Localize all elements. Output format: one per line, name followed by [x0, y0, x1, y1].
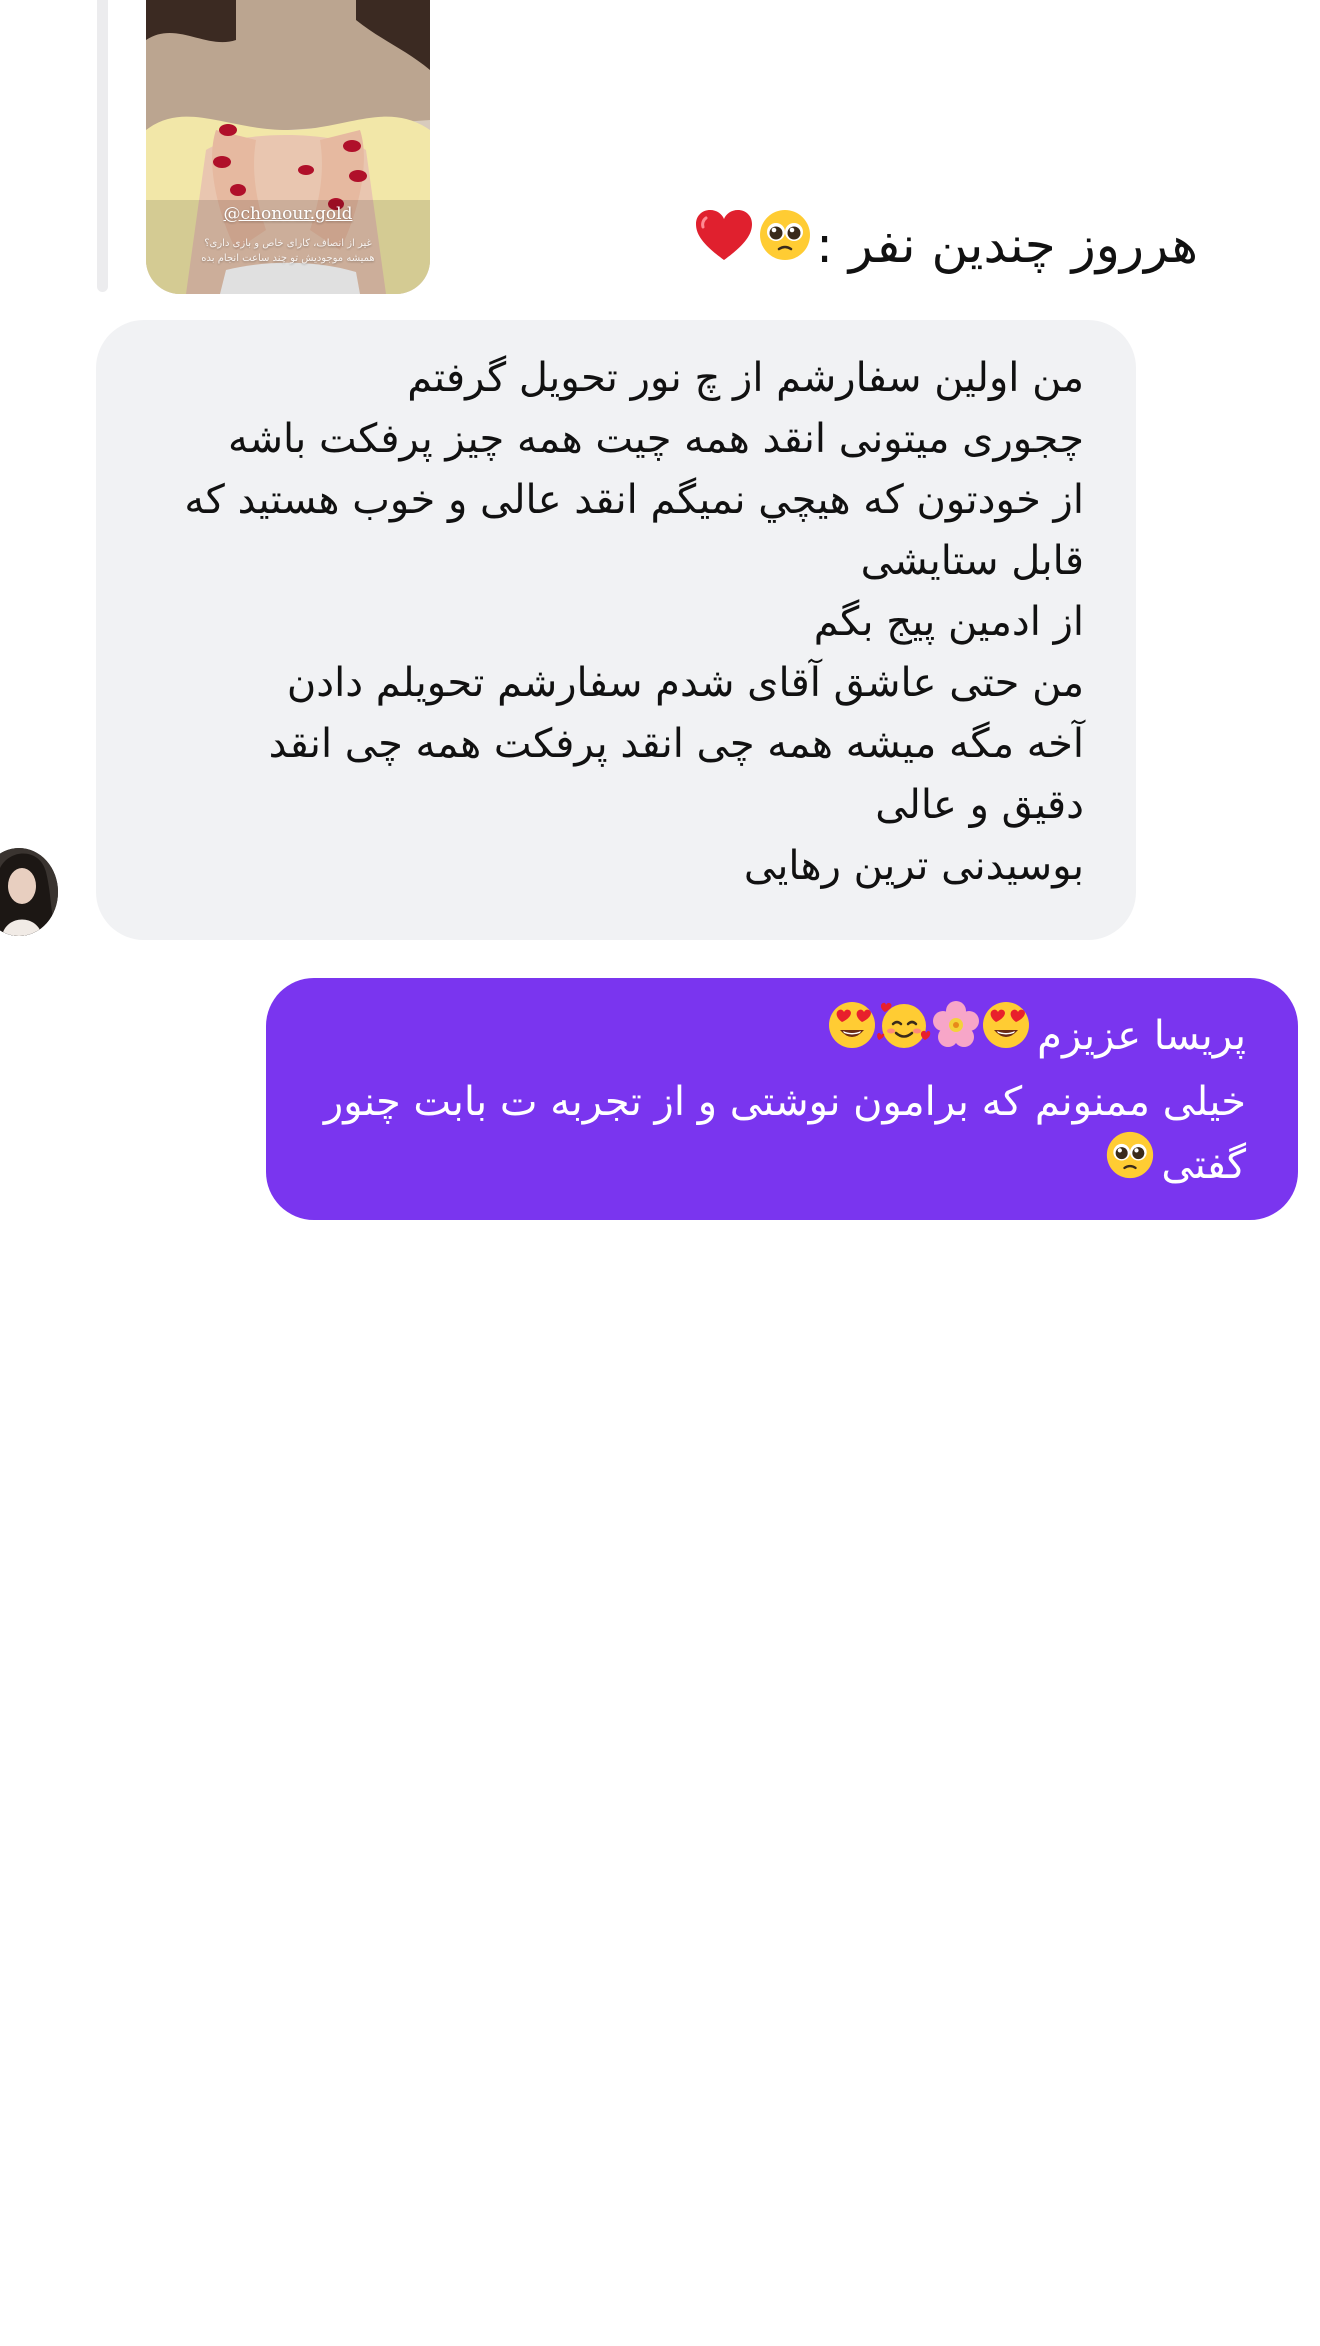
message-line-closing: گفتی — [302, 1130, 1246, 1201]
pleading-face-emoji-icon — [1105, 1130, 1155, 1198]
story-caption-line: غیر از انصاف، کارای خاص و بازی داری؟ — [204, 238, 372, 249]
message-line: چجوری میتونی انقد همه چیت همه چیز پرفکت … — [228, 416, 1084, 462]
message-text: پریسا عزیزم — [1037, 1013, 1246, 1059]
message-line: از خودتون که هیچي نمیگم انقد عالی و خوب … — [184, 477, 1084, 523]
heart-eyes-emoji-icon — [981, 1000, 1031, 1068]
message-line: بوسیدنی ترین رهایی — [743, 843, 1084, 889]
story-overlay-text: هرروز چندین نفر : — [694, 200, 1198, 294]
message-line: دقیق و عالی — [875, 782, 1084, 828]
reply-quote-bar — [97, 0, 108, 292]
message-line: آخه مگه میشه همه چی انقد پرفکت همه چی ان… — [268, 721, 1084, 767]
outgoing-message-bubble[interactable]: پریسا عزیزم خیلی ممنونم که برامون نوشتی … — [266, 978, 1298, 1220]
story-photo — [146, 0, 430, 294]
avatar-photo — [0, 848, 58, 936]
story-overlay-label: هرروز چندین نفر : — [816, 216, 1198, 274]
incoming-message-bubble[interactable]: من اولین سفارشم از چ نور تحویل گرفتم چجو… — [96, 320, 1136, 940]
pleading-face-emoji-icon — [758, 200, 812, 290]
sender-avatar[interactable] — [0, 848, 58, 936]
smiling-hearts-emoji-icon — [877, 1000, 931, 1068]
story-handle: @chonour.gold — [223, 204, 353, 224]
message-line: من اولین سفارشم از چ نور تحویل گرفتم — [407, 355, 1084, 401]
story-caption-line: همیشه موجودیش تو چند ساعت انجام بده — [201, 253, 375, 264]
message-line: من حتی عاشق آقای شدم سفارشم تحویلم دادن — [286, 660, 1084, 706]
shared-story-thumbnail[interactable]: @chonour.gold غیر از انصاف، کارای خاص و … — [146, 0, 430, 294]
message-text: گفتی — [1161, 1142, 1246, 1188]
red-heart-emoji-icon — [694, 200, 754, 290]
cherry-blossom-emoji-icon — [931, 1000, 981, 1068]
message-line: از ادمین پیج بگم — [813, 599, 1084, 645]
message-line: قابل ستایشی — [860, 538, 1084, 584]
message-line-greeting: پریسا عزیزم — [302, 1001, 1246, 1072]
message-line: خیلی ممنونم که برامون نوشتی و از تجربه ت… — [323, 1079, 1246, 1125]
heart-eyes-emoji-icon — [827, 1000, 877, 1068]
